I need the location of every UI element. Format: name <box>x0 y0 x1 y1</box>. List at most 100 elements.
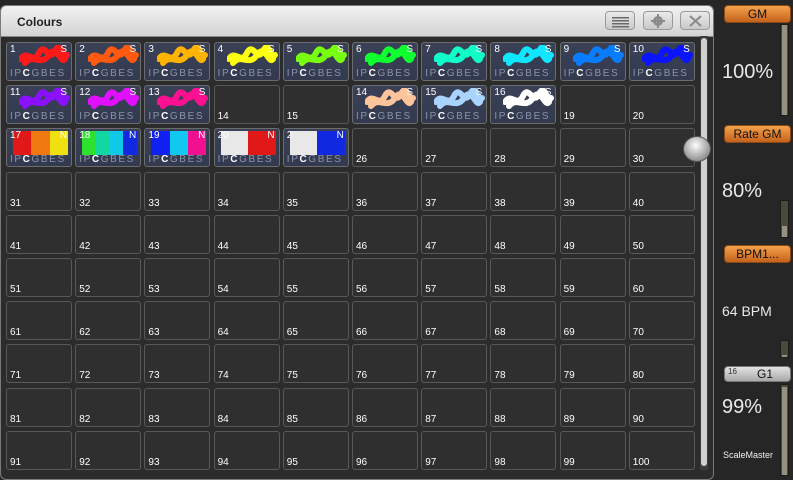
palette-cell[interactable]: N IPCGBES 19 <box>144 128 211 168</box>
palette-cell[interactable]: 20 <box>628 85 695 125</box>
bpm-fader[interactable] <box>780 340 789 358</box>
settings-button[interactable] <box>643 11 673 30</box>
palette-cell[interactable]: 88 <box>490 387 557 427</box>
palette-cell[interactable]: 35 <box>282 171 349 211</box>
palette-cell[interactable]: 73 <box>144 344 211 384</box>
palette-cell[interactable]: 59 <box>559 258 626 297</box>
palette-cell[interactable]: 60 <box>628 258 695 297</box>
palette-cell[interactable]: 92 <box>75 430 142 470</box>
palette-cell[interactable]: 78 <box>490 344 557 384</box>
palette-cell[interactable]: 51 <box>6 258 72 297</box>
palette-cell[interactable]: 47 <box>421 214 488 254</box>
palette-cell[interactable]: 71 <box>6 344 72 384</box>
palette-cell[interactable]: 98 <box>490 430 557 470</box>
palette-cell[interactable]: 41 <box>6 214 72 254</box>
palette-cell[interactable]: 36 <box>352 171 418 211</box>
palette-cell[interactable]: 49 <box>559 214 626 254</box>
palette-cell[interactable]: 32 <box>75 171 142 211</box>
palette-cell[interactable]: N IPCGBES 17 <box>6 128 72 168</box>
palette-cell[interactable]: 61 <box>6 301 72 341</box>
palette-cell[interactable]: 33 <box>144 171 211 211</box>
palette-cell[interactable]: S IPCGBES 14 <box>352 85 418 125</box>
palette-cell[interactable]: 55 <box>282 258 349 297</box>
palette-cell[interactable]: S IPCGBES 2 <box>75 42 142 81</box>
palette-cell[interactable]: 75 <box>282 344 349 384</box>
palette-cell[interactable]: S IPCGBES 11 <box>6 85 72 125</box>
palette-cell[interactable]: 76 <box>352 344 418 384</box>
palette-cell[interactable]: 85 <box>282 387 349 427</box>
palette-cell[interactable]: S IPCGBES 4 <box>213 42 280 81</box>
palette-cell[interactable]: S IPCGBES 16 <box>490 85 557 125</box>
gm-button[interactable]: GM <box>724 5 791 23</box>
palette-cell[interactable]: 43 <box>144 214 211 254</box>
group-g1-button[interactable]: 16 G1 <box>724 366 791 382</box>
palette-cell[interactable]: S IPCGBES 10 <box>628 42 695 81</box>
palette-cell[interactable]: 52 <box>75 258 142 297</box>
palette-cell[interactable]: 99 <box>559 430 626 470</box>
palette-cell[interactable]: 56 <box>352 258 418 297</box>
palette-cell[interactable]: 93 <box>144 430 211 470</box>
palette-cell[interactable]: 27 <box>421 128 488 168</box>
palette-cell[interactable]: 80 <box>628 344 695 384</box>
menu-button[interactable] <box>605 11 635 30</box>
palette-cell[interactable]: 97 <box>421 430 488 470</box>
palette-cell[interactable]: N IPCGBES 2 <box>282 128 349 168</box>
palette-cell[interactable]: 26 <box>352 128 418 168</box>
palette-cell[interactable]: 38 <box>490 171 557 211</box>
palette-cell[interactable]: 40 <box>628 171 695 211</box>
palette-cell[interactable]: 45 <box>282 214 349 254</box>
palette-cell[interactable]: 69 <box>559 301 626 341</box>
palette-cell[interactable]: 77 <box>421 344 488 384</box>
palette-cell[interactable]: 29 <box>559 128 626 168</box>
palette-cell[interactable]: 15 <box>282 85 349 125</box>
palette-cell[interactable]: 74 <box>213 344 280 384</box>
window-titlebar[interactable]: Colours <box>1 6 713 37</box>
palette-cell[interactable]: 37 <box>421 171 488 211</box>
palette-cell[interactable]: 50 <box>628 214 695 254</box>
palette-cell[interactable]: S IPCGBES 7 <box>421 42 488 81</box>
palette-cell[interactable]: 66 <box>352 301 418 341</box>
palette-cell[interactable]: 72 <box>75 344 142 384</box>
palette-cell[interactable]: 96 <box>352 430 418 470</box>
close-button[interactable] <box>680 11 710 30</box>
palette-cell[interactable]: 46 <box>352 214 418 254</box>
palette-cell[interactable]: 53 <box>144 258 211 297</box>
palette-cell[interactable]: 48 <box>490 214 557 254</box>
resize-knob[interactable] <box>683 136 711 162</box>
palette-cell[interactable]: 63 <box>144 301 211 341</box>
rate-gm-button[interactable]: Rate GM <box>724 125 791 143</box>
palette-cell[interactable]: 100 <box>628 430 695 470</box>
palette-cell[interactable]: 57 <box>421 258 488 297</box>
palette-cell[interactable]: 87 <box>421 387 488 427</box>
palette-cell[interactable]: S IPCGBES 6 <box>352 42 418 81</box>
palette-cell[interactable]: 89 <box>559 387 626 427</box>
palette-cell[interactable]: 31 <box>6 171 72 211</box>
palette-cell[interactable]: 14 <box>213 85 280 125</box>
palette-cell[interactable]: N IPCGBES 20 <box>213 128 280 168</box>
palette-cell[interactable]: 81 <box>6 387 72 427</box>
palette-cell[interactable]: 42 <box>75 214 142 254</box>
palette-cell[interactable]: 70 <box>628 301 695 341</box>
palette-cell[interactable]: S IPCGBES 8 <box>490 42 557 81</box>
palette-cell[interactable]: 83 <box>144 387 211 427</box>
palette-cell[interactable]: 82 <box>75 387 142 427</box>
palette-cell[interactable]: 65 <box>282 301 349 341</box>
palette-cell[interactable]: 28 <box>490 128 557 168</box>
palette-cell[interactable]: 68 <box>490 301 557 341</box>
palette-cell[interactable]: 19 <box>559 85 626 125</box>
palette-cell[interactable]: 86 <box>352 387 418 427</box>
palette-cell[interactable]: 62 <box>75 301 142 341</box>
palette-cell[interactable]: 91 <box>6 430 72 470</box>
palette-cell[interactable]: 44 <box>213 214 280 254</box>
palette-cell[interactable]: 94 <box>213 430 280 470</box>
palette-cell[interactable]: S IPCGBES 5 <box>282 42 349 81</box>
palette-cell[interactable]: 79 <box>559 344 626 384</box>
palette-cell[interactable]: S IPCGBES 3 <box>144 42 211 81</box>
palette-cell[interactable]: 58 <box>490 258 557 297</box>
palette-cell[interactable]: 54 <box>213 258 280 297</box>
palette-cell[interactable]: 90 <box>628 387 695 427</box>
palette-cell[interactable]: S IPCGBES 15 <box>421 85 488 125</box>
palette-cell[interactable]: S IPCGBES 12 <box>75 85 142 125</box>
palette-cell[interactable]: 95 <box>282 430 349 470</box>
palette-cell[interactable]: 64 <box>213 301 280 341</box>
